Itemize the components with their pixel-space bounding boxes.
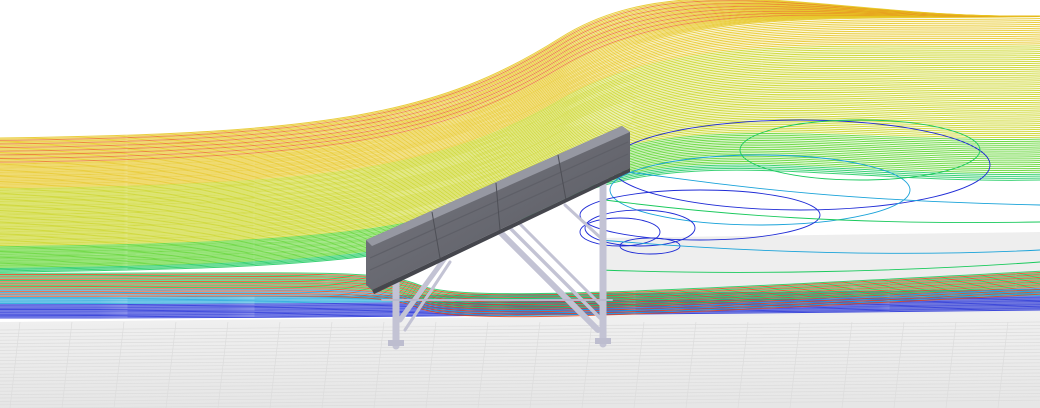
streamline-canvas [0,0,1040,408]
cfd-visualization [0,0,1040,408]
wake-streamline [609,169,1040,206]
vortex-loop [579,189,821,241]
